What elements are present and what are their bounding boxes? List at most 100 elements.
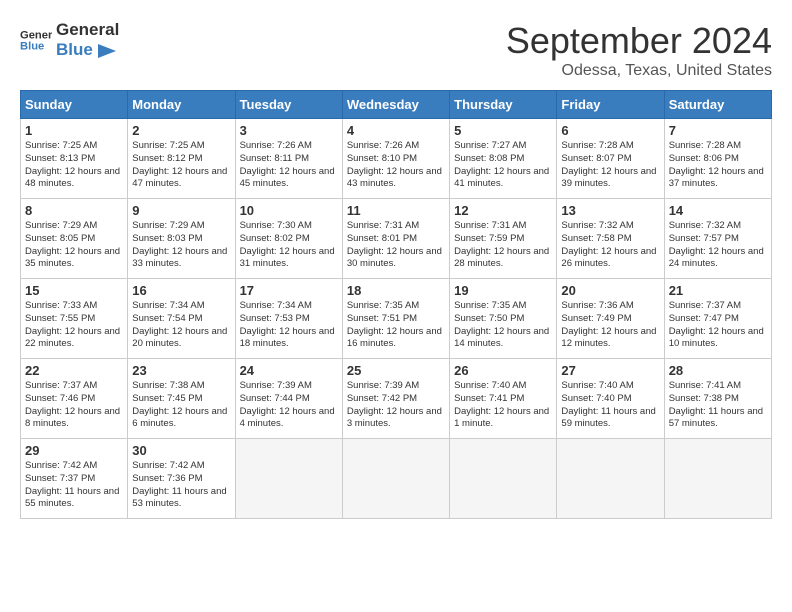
calendar-cell: 12 Sunrise: 7:31 AMSunset: 7:59 PMDayligh… bbox=[450, 199, 557, 279]
day-info: Sunrise: 7:37 AMSunset: 7:46 PMDaylight:… bbox=[25, 380, 123, 431]
calendar-subtitle: Odessa, Texas, United States bbox=[506, 62, 772, 80]
calendar-row-2: 8 Sunrise: 7:29 AMSunset: 8:05 PMDaylight… bbox=[21, 199, 772, 279]
title-section: September 2024 Odessa, Texas, United Sta… bbox=[506, 20, 772, 80]
calendar-header: General Blue General Blue September 2024… bbox=[20, 20, 772, 80]
calendar-cell: 28Sunrise: 7:41 AMSunset: 7:38 PMDayligh… bbox=[664, 359, 771, 439]
day-info: Sunrise: 7:37 AMSunset: 7:47 PMDaylight:… bbox=[669, 300, 767, 351]
calendar-body: 1 Sunrise: 7:25 AMSunset: 8:13 PMDaylight… bbox=[21, 119, 772, 519]
day-info: Sunrise: 7:29 AMSunset: 8:03 PMDaylight:… bbox=[132, 220, 230, 271]
day-number: 22 bbox=[25, 363, 123, 378]
calendar-cell: 7Sunrise: 7:28 AMSunset: 8:06 PMDaylight… bbox=[664, 119, 771, 199]
calendar-cell: 1 Sunrise: 7:25 AMSunset: 8:13 PMDaylight… bbox=[21, 119, 128, 199]
day-number: 8 bbox=[25, 203, 123, 218]
day-info: Sunrise: 7:42 AMSunset: 7:36 PMDaylight:… bbox=[132, 460, 230, 511]
calendar-cell: 8 Sunrise: 7:29 AMSunset: 8:05 PMDaylight… bbox=[21, 199, 128, 279]
calendar-cell: 19Sunrise: 7:35 AMSunset: 7:50 PMDayligh… bbox=[450, 279, 557, 359]
day-info: Sunrise: 7:42 AMSunset: 7:37 PMDaylight:… bbox=[25, 460, 123, 511]
day-info: Sunrise: 7:34 AMSunset: 7:54 PMDaylight:… bbox=[132, 300, 230, 351]
calendar-cell: 22 Sunrise: 7:37 AMSunset: 7:46 PMDayligh… bbox=[21, 359, 128, 439]
day-number: 3 bbox=[240, 123, 338, 138]
calendar-cell: 6Sunrise: 7:28 AMSunset: 8:07 PMDaylight… bbox=[557, 119, 664, 199]
calendar-cell bbox=[450, 439, 557, 519]
calendar-cell: 15Sunrise: 7:33 AMSunset: 7:55 PMDayligh… bbox=[21, 279, 128, 359]
day-number: 25 bbox=[347, 363, 445, 378]
calendar-cell: 21Sunrise: 7:37 AMSunset: 7:47 PMDayligh… bbox=[664, 279, 771, 359]
col-friday: Friday bbox=[557, 91, 664, 119]
day-number: 28 bbox=[669, 363, 767, 378]
day-info: Sunrise: 7:30 AMSunset: 8:02 PMDaylight:… bbox=[240, 220, 338, 271]
day-number: 14 bbox=[669, 203, 767, 218]
day-info: Sunrise: 7:31 AMSunset: 7:59 PMDaylight:… bbox=[454, 220, 552, 271]
day-number: 24 bbox=[240, 363, 338, 378]
calendar-cell bbox=[664, 439, 771, 519]
day-info: Sunrise: 7:34 AMSunset: 7:53 PMDaylight:… bbox=[240, 300, 338, 351]
col-sunday: Sunday bbox=[21, 91, 128, 119]
day-info: Sunrise: 7:40 AMSunset: 7:41 PMDaylight:… bbox=[454, 380, 552, 431]
calendar-cell bbox=[342, 439, 449, 519]
day-info: Sunrise: 7:28 AMSunset: 8:06 PMDaylight:… bbox=[669, 140, 767, 191]
calendar-cell: 4 Sunrise: 7:26 AMSunset: 8:10 PMDaylight… bbox=[342, 119, 449, 199]
day-info: Sunrise: 7:26 AMSunset: 8:10 PMDaylight:… bbox=[347, 140, 445, 191]
day-number: 27 bbox=[561, 363, 659, 378]
day-number: 20 bbox=[561, 283, 659, 298]
day-info: Sunrise: 7:39 AMSunset: 7:42 PMDaylight:… bbox=[347, 380, 445, 431]
day-info: Sunrise: 7:40 AMSunset: 7:40 PMDaylight:… bbox=[561, 380, 659, 431]
logo-icon: General Blue bbox=[20, 24, 52, 56]
calendar-cell: 24 Sunrise: 7:39 AMSunset: 7:44 PMDayligh… bbox=[235, 359, 342, 439]
calendar-cell: 30 Sunrise: 7:42 AMSunset: 7:36 PMDayligh… bbox=[128, 439, 235, 519]
col-saturday: Saturday bbox=[664, 91, 771, 119]
calendar-header-row: Sunday Monday Tuesday Wednesday Thursday… bbox=[21, 91, 772, 119]
day-info: Sunrise: 7:29 AMSunset: 8:05 PMDaylight:… bbox=[25, 220, 123, 271]
calendar-row-4: 22 Sunrise: 7:37 AMSunset: 7:46 PMDayligh… bbox=[21, 359, 772, 439]
calendar-cell: 18Sunrise: 7:35 AMSunset: 7:51 PMDayligh… bbox=[342, 279, 449, 359]
day-number: 17 bbox=[240, 283, 338, 298]
calendar-row-3: 15Sunrise: 7:33 AMSunset: 7:55 PMDayligh… bbox=[21, 279, 772, 359]
col-wednesday: Wednesday bbox=[342, 91, 449, 119]
calendar-cell: 17 Sunrise: 7:34 AMSunset: 7:53 PMDayligh… bbox=[235, 279, 342, 359]
day-info: Sunrise: 7:39 AMSunset: 7:44 PMDaylight:… bbox=[240, 380, 338, 431]
calendar-cell: 5 Sunrise: 7:27 AMSunset: 8:08 PMDaylight… bbox=[450, 119, 557, 199]
day-number: 23 bbox=[132, 363, 230, 378]
day-number: 9 bbox=[132, 203, 230, 218]
day-number: 16 bbox=[132, 283, 230, 298]
day-info: Sunrise: 7:36 AMSunset: 7:49 PMDaylight:… bbox=[561, 300, 659, 351]
col-thursday: Thursday bbox=[450, 91, 557, 119]
logo-blue: Blue bbox=[56, 40, 119, 60]
day-number: 5 bbox=[454, 123, 552, 138]
calendar-cell: 26Sunrise: 7:40 AMSunset: 7:41 PMDayligh… bbox=[450, 359, 557, 439]
col-tuesday: Tuesday bbox=[235, 91, 342, 119]
day-info: Sunrise: 7:32 AMSunset: 7:58 PMDaylight:… bbox=[561, 220, 659, 271]
day-info: Sunrise: 7:26 AMSunset: 8:11 PMDaylight:… bbox=[240, 140, 338, 191]
logo: General Blue General Blue bbox=[20, 20, 119, 61]
svg-text:Blue: Blue bbox=[20, 41, 44, 53]
day-number: 11 bbox=[347, 203, 445, 218]
calendar-cell: 11Sunrise: 7:31 AMSunset: 8:01 PMDayligh… bbox=[342, 199, 449, 279]
day-info: Sunrise: 7:25 AMSunset: 8:13 PMDaylight:… bbox=[25, 140, 123, 191]
day-info: Sunrise: 7:27 AMSunset: 8:08 PMDaylight:… bbox=[454, 140, 552, 191]
day-number: 6 bbox=[561, 123, 659, 138]
calendar-cell: 20 Sunrise: 7:36 AMSunset: 7:49 PMDayligh… bbox=[557, 279, 664, 359]
day-number: 4 bbox=[347, 123, 445, 138]
day-number: 1 bbox=[25, 123, 123, 138]
day-number: 30 bbox=[132, 443, 230, 458]
calendar-row-1: 1 Sunrise: 7:25 AMSunset: 8:13 PMDaylight… bbox=[21, 119, 772, 199]
svg-text:General: General bbox=[20, 30, 52, 42]
day-number: 15 bbox=[25, 283, 123, 298]
logo-general: General bbox=[56, 20, 119, 40]
day-number: 2 bbox=[132, 123, 230, 138]
calendar-cell: 13 Sunrise: 7:32 AMSunset: 7:58 PMDayligh… bbox=[557, 199, 664, 279]
calendar-cell: 10Sunrise: 7:30 AMSunset: 8:02 PMDayligh… bbox=[235, 199, 342, 279]
day-info: Sunrise: 7:38 AMSunset: 7:45 PMDaylight:… bbox=[132, 380, 230, 431]
calendar-title: September 2024 bbox=[506, 20, 772, 62]
day-number: 12 bbox=[454, 203, 552, 218]
calendar-table: Sunday Monday Tuesday Wednesday Thursday… bbox=[20, 90, 772, 519]
day-number: 19 bbox=[454, 283, 552, 298]
logo-arrow-icon bbox=[98, 44, 116, 58]
calendar-cell bbox=[557, 439, 664, 519]
calendar-cell: 23 Sunrise: 7:38 AMSunset: 7:45 PMDayligh… bbox=[128, 359, 235, 439]
calendar-cell: 16 Sunrise: 7:34 AMSunset: 7:54 PMDayligh… bbox=[128, 279, 235, 359]
calendar-cell bbox=[235, 439, 342, 519]
calendar-cell: 3 Sunrise: 7:26 AMSunset: 8:11 PMDaylight… bbox=[235, 119, 342, 199]
day-info: Sunrise: 7:35 AMSunset: 7:51 PMDaylight:… bbox=[347, 300, 445, 351]
day-number: 13 bbox=[561, 203, 659, 218]
